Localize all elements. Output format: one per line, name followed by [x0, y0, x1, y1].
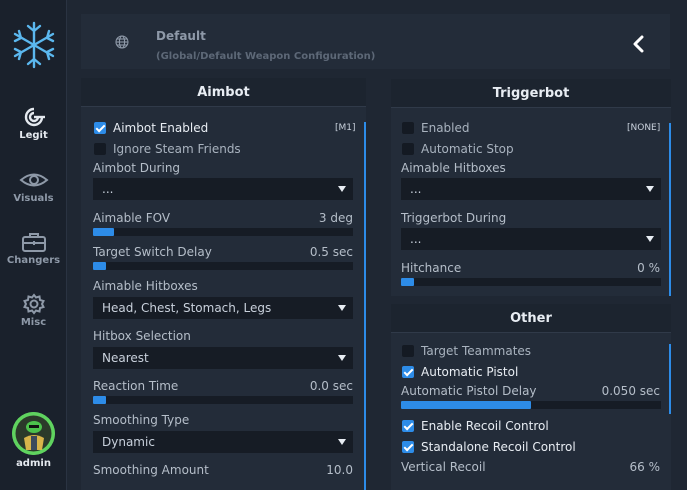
reaction-time-value: 0.0 sec: [309, 379, 353, 393]
vertical-recoil-value: 66 %: [629, 460, 661, 474]
chevron-left-icon[interactable]: [630, 34, 646, 54]
caret-down-icon: [338, 355, 346, 361]
config-subtitle: (Global/Default Weapon Configuration): [156, 51, 376, 62]
slider-fill: [93, 228, 114, 236]
sidebar-item-label: Changers: [6, 255, 61, 266]
slider-fill: [401, 401, 531, 409]
config-title: Default: [156, 29, 206, 43]
switch-delay-slider[interactable]: [93, 262, 353, 270]
other-panel: Other Target Teammates Automatic Pistol …: [391, 304, 671, 490]
caret-down-icon: [338, 305, 346, 311]
select-value: Dynamic: [102, 435, 155, 449]
caret-down-icon: [338, 186, 346, 192]
ignore-friends-label: Ignore Steam Friends: [113, 142, 241, 156]
snowflake-logo-icon: [13, 21, 55, 69]
hitchance-value: 0 %: [637, 261, 660, 275]
auto-pistol-checkbox[interactable]: [402, 366, 414, 378]
slider-fill: [93, 262, 106, 270]
trigger-hitboxes-label: Aimable Hitboxes: [401, 161, 506, 175]
target-teammates-label: Target Teammates: [421, 344, 532, 358]
triggerbot-during-select[interactable]: ...: [401, 228, 661, 250]
smoothing-amount-value: 10.0: [326, 463, 353, 477]
aimbot-enabled-checkbox[interactable]: [94, 122, 106, 134]
pistol-delay-slider[interactable]: [401, 401, 661, 409]
auto-stop-label: Automatic Stop: [421, 142, 514, 156]
reaction-time-label: Reaction Time: [93, 379, 179, 393]
avatar-character-icon: [12, 412, 55, 455]
other-title: Other: [391, 304, 671, 333]
hitchance-label: Hitchance: [401, 261, 462, 275]
triggerbot-keybind[interactable]: [NONE]: [627, 123, 660, 133]
select-value: Head, Chest, Stomach, Legs: [102, 301, 272, 315]
eye-icon: [18, 173, 49, 187]
standalone-recoil-checkbox[interactable]: [402, 441, 414, 453]
target-icon: [24, 107, 45, 127]
aimbot-keybind[interactable]: [M1]: [335, 123, 356, 133]
triggerbot-enabled-label: Enabled: [421, 121, 470, 135]
briefcase-icon: [21, 233, 46, 252]
select-value: ...: [102, 182, 114, 196]
scrollbar[interactable]: [669, 123, 671, 296]
avatar[interactable]: [12, 412, 55, 455]
scrollbar[interactable]: [669, 344, 671, 414]
auto-pistol-label: Automatic Pistol: [421, 365, 519, 379]
smoothing-type-label: Smoothing Type: [93, 413, 190, 427]
aimbot-panel: Aimbot Aimbot Enabled [M1] Ignore Steam …: [81, 78, 366, 490]
aimbot-enabled-label: Aimbot Enabled: [113, 121, 209, 135]
triggerbot-panel: Triggerbot Enabled [NONE] Automatic Stop…: [391, 79, 671, 296]
pistol-delay-label: Automatic Pistol Delay: [401, 384, 537, 398]
sidebar-item-misc[interactable]: Misc: [0, 293, 67, 343]
aimbot-hitboxes-select[interactable]: Head, Chest, Stomach, Legs: [93, 297, 353, 319]
aimbot-title: Aimbot: [81, 78, 366, 107]
select-value: ...: [410, 232, 422, 246]
smoothing-amount-label: Smoothing Amount: [93, 463, 209, 477]
ignore-friends-checkbox[interactable]: [94, 143, 106, 155]
globe-icon: [115, 35, 129, 49]
reaction-time-slider[interactable]: [93, 396, 353, 404]
sidebar: Legit Visuals Changers Misc admin: [0, 0, 67, 490]
fov-value: 3 deg: [318, 211, 353, 225]
recoil-control-checkbox[interactable]: [402, 420, 414, 432]
smoothing-type-select[interactable]: Dynamic: [93, 431, 353, 453]
aimbot-during-select[interactable]: ...: [93, 178, 353, 200]
aimbot-during-label: Aimbot During: [93, 161, 181, 175]
switch-delay-label: Target Switch Delay: [93, 245, 212, 259]
triggerbot-during-label: Triggerbot During: [401, 211, 507, 225]
trigger-hitboxes-select[interactable]: ...: [401, 178, 661, 200]
caret-down-icon: [646, 236, 654, 242]
target-teammates-checkbox[interactable]: [402, 345, 414, 357]
triggerbot-enabled-checkbox[interactable]: [402, 122, 414, 134]
caret-down-icon: [338, 439, 346, 445]
slider-fill: [93, 396, 106, 404]
hitbox-selection-select[interactable]: Nearest: [93, 347, 353, 369]
sidebar-item-label: Visuals: [13, 193, 54, 204]
triggerbot-title: Triggerbot: [391, 79, 671, 108]
caret-down-icon: [646, 186, 654, 192]
sidebar-item-label: Misc: [20, 317, 47, 328]
sidebar-item-label: Legit: [19, 130, 48, 141]
hitchance-slider[interactable]: [401, 278, 661, 286]
aimbot-hitboxes-label: Aimable Hitboxes: [93, 279, 198, 293]
select-value: Nearest: [102, 351, 149, 365]
pistol-delay-value: 0.050 sec: [601, 384, 660, 398]
gear-icon: [22, 293, 45, 315]
standalone-recoil-label: Standalone Recoil Control: [421, 440, 576, 454]
fov-label: Aimable FOV: [93, 211, 171, 225]
sidebar-item-changers[interactable]: Changers: [0, 231, 67, 281]
weapon-config-header: Default (Global/Default Weapon Configura…: [81, 14, 670, 69]
switch-delay-value: 0.5 sec: [309, 245, 353, 259]
slider-fill: [401, 278, 414, 286]
username: admin: [16, 458, 51, 469]
select-value: ...: [410, 182, 422, 196]
recoil-control-label: Enable Recoil Control: [421, 419, 549, 433]
auto-stop-checkbox[interactable]: [402, 143, 414, 155]
scrollbar[interactable]: [364, 122, 366, 490]
hitbox-selection-label: Hitbox Selection: [93, 329, 191, 343]
fov-slider[interactable]: [93, 228, 353, 236]
vertical-recoil-label: Vertical Recoil: [401, 460, 486, 474]
sidebar-item-visuals[interactable]: Visuals: [0, 169, 67, 219]
sidebar-item-legit[interactable]: Legit: [0, 106, 67, 156]
